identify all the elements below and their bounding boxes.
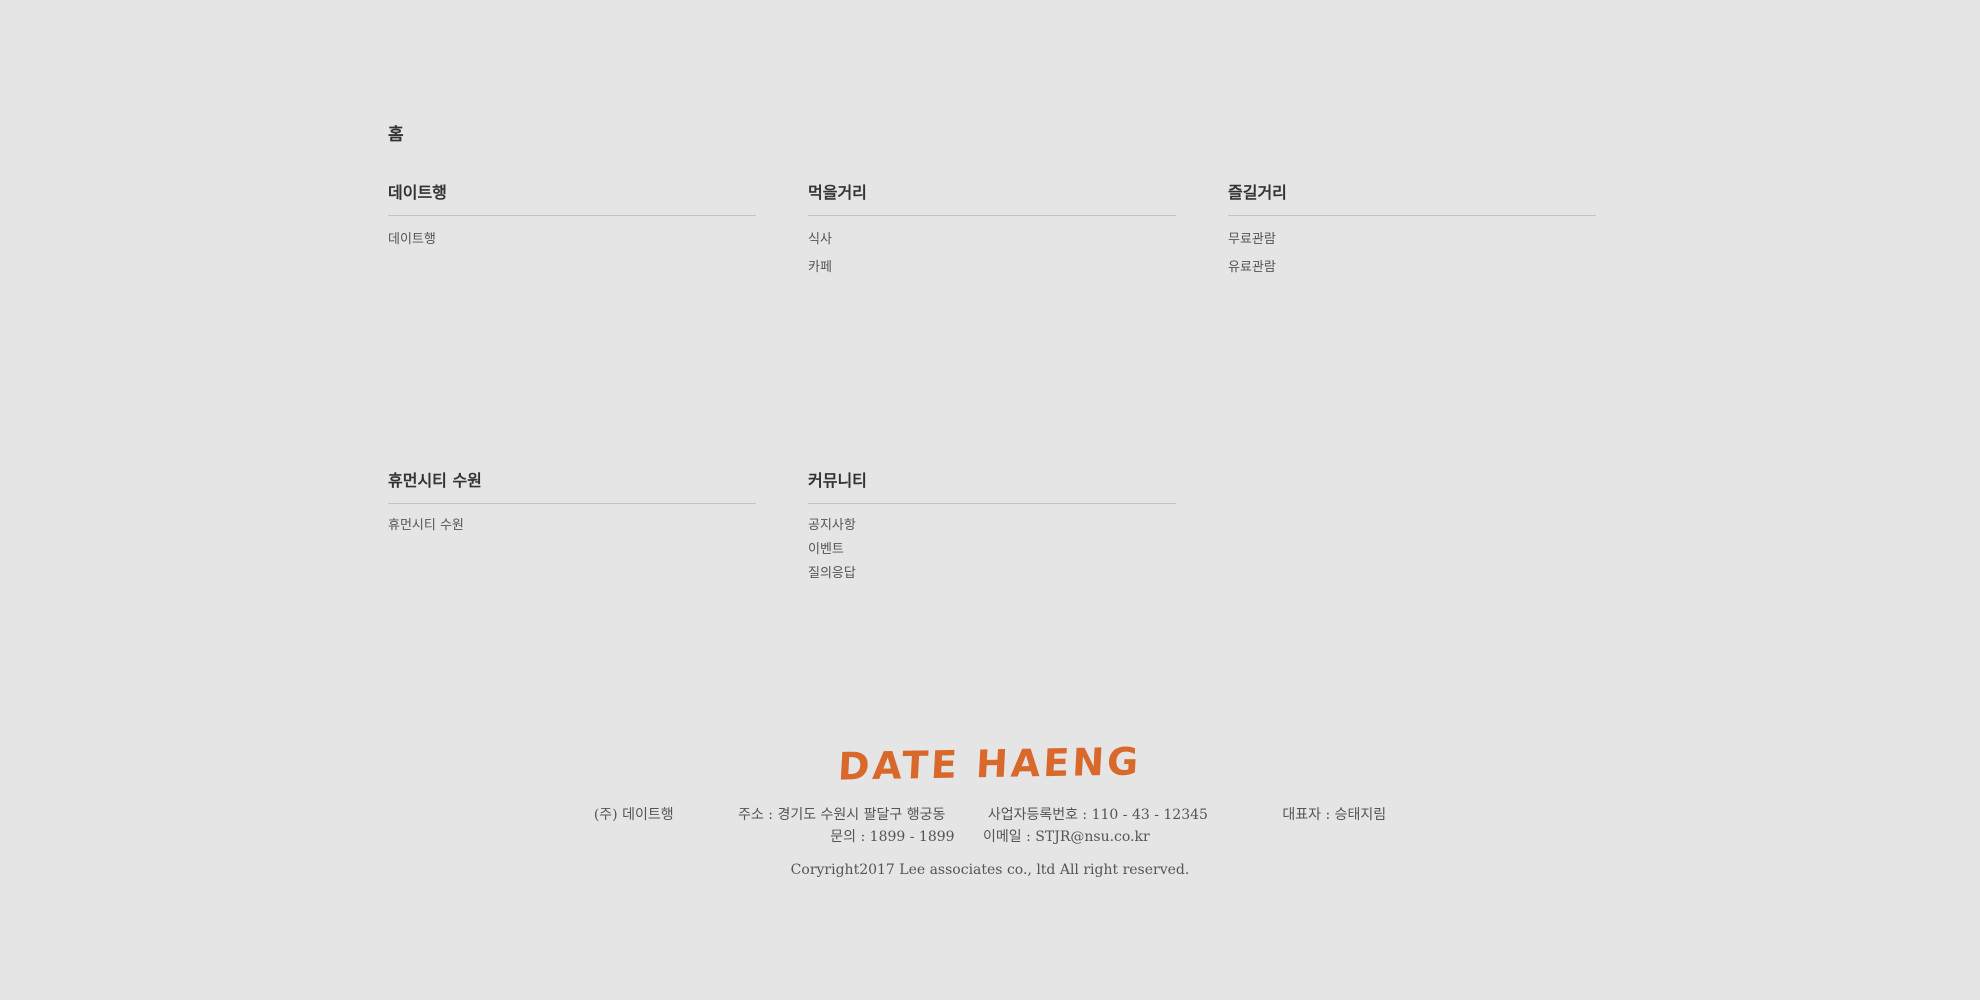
company-name: (주) 데이트행: [593, 807, 674, 823]
copyright: Coryright2017 Lee associates co., ltd Al…: [790, 862, 1190, 878]
business-number: 사업자등록번호 : 110 - 43 - 12345: [987, 807, 1208, 823]
section-food: 먹을거리 식사 카페: [808, 183, 1176, 282]
link-event[interactable]: 이벤트: [808, 538, 1176, 562]
section-link-list: 무료관람 유료관람: [1228, 226, 1596, 282]
section-link-list: 식사 카페: [808, 226, 1176, 282]
footer-info-row-1: (주) 데이트행 주소 : 경기도 수원시 팔달구 행궁동 사업자등록번호 : …: [0, 804, 1980, 826]
link-date-haeng[interactable]: 데이트행: [388, 226, 756, 254]
section-title[interactable]: 휴먼시티 수원: [388, 471, 756, 504]
section-human-city-suwon: 휴먼시티 수원 휴먼시티 수원: [388, 471, 756, 538]
home-link[interactable]: 홈: [388, 120, 404, 145]
link-cafe[interactable]: 카페: [808, 254, 1176, 282]
footer-logo[interactable]: DATE HAENG: [837, 739, 1143, 788]
link-paid-viewing[interactable]: 유료관람: [1228, 254, 1596, 282]
section-entertainment: 즐길거리 무료관람 유료관람: [1228, 183, 1596, 282]
section-title[interactable]: 커뮤니티: [808, 471, 1176, 504]
link-meal[interactable]: 식사: [808, 226, 1176, 254]
link-human-city-suwon[interactable]: 휴먼시티 수원: [388, 514, 756, 538]
link-qna[interactable]: 질의응답: [808, 562, 1176, 586]
footer-info-row-2: 문의 : 1899 - 1899 이메일 : STJR@nsu.co.kr: [0, 826, 1980, 848]
section-community: 커뮤니티 공지사항 이벤트 질의응답: [808, 471, 1176, 586]
section-title[interactable]: 데이트행: [388, 183, 756, 216]
section-link-list: 데이트행: [388, 226, 756, 254]
sitemap-page: 홈 데이트행 데이트행 먹을거리 식사 카페 즐길거리 무료관람 유료관람 휴먼…: [0, 0, 1980, 1000]
company-address: 주소 : 경기도 수원시 팔달구 행궁동: [738, 807, 946, 823]
section-link-list: 휴먼시티 수원: [388, 514, 756, 538]
link-notice[interactable]: 공지사항: [808, 514, 1176, 538]
contact-email: 이메일 : STJR@nsu.co.kr: [983, 829, 1150, 845]
section-date-haeng: 데이트행 데이트행: [388, 183, 756, 254]
representative: 대표자 : 승태지림: [1282, 807, 1387, 823]
section-title[interactable]: 먹을거리: [808, 183, 1176, 216]
contact-phone: 문의 : 1899 - 1899: [830, 829, 955, 845]
section-link-list: 공지사항 이벤트 질의응답: [808, 514, 1176, 586]
link-free-viewing[interactable]: 무료관람: [1228, 226, 1596, 254]
section-title[interactable]: 즐길거리: [1228, 183, 1596, 216]
footer: DATE HAENG (주) 데이트행 주소 : 경기도 수원시 팔달구 행궁동…: [0, 739, 1980, 878]
